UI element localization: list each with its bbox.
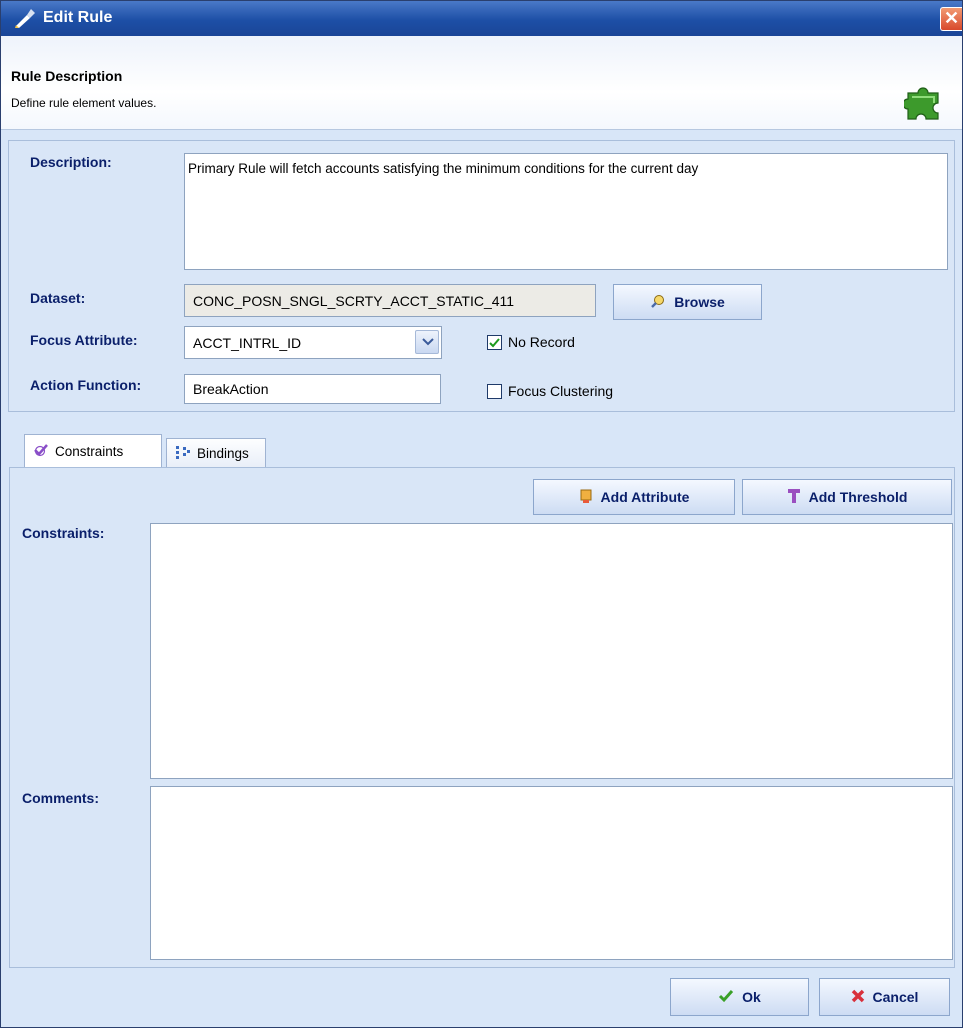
action-function-label: Action Function: (30, 377, 142, 393)
description-value: Primary Rule will fetch accounts satisfy… (188, 161, 699, 176)
check-icon (33, 443, 49, 460)
browse-button-label: Browse (674, 294, 725, 310)
focus-attribute-label: Focus Attribute: (30, 332, 138, 348)
action-function-field[interactable]: BreakAction (184, 374, 441, 404)
constraints-tab-panel: Add Attribute Add Threshold Constraints:… (9, 467, 955, 968)
dialog-footer: Ok Cancel (1, 969, 962, 1027)
window-title: Edit Rule (43, 9, 113, 26)
title-bar[interactable]: Edit Rule ✕ (1, 1, 962, 36)
close-button[interactable]: ✕ (940, 7, 962, 31)
add-threshold-button[interactable]: Add Threshold (742, 479, 952, 515)
focus-attribute-value: ACCT_INTRL_ID (193, 335, 302, 351)
ok-button-label: Ok (742, 989, 761, 1005)
dataset-label: Dataset: (30, 290, 86, 306)
close-icon: ✕ (943, 8, 960, 28)
tab-strip: Constraints Bindings (9, 434, 955, 468)
cancel-button[interactable]: Cancel (819, 978, 950, 1016)
no-record-label: No Record (508, 334, 575, 350)
bindings-icon (175, 445, 191, 462)
add-threshold-label: Add Threshold (808, 489, 908, 505)
chevron-down-icon[interactable] (415, 330, 439, 354)
edit-rule-dialog: Edit Rule ✕ Rule Description Define rule… (0, 0, 963, 1028)
cancel-icon (851, 989, 865, 1006)
action-function-value: BreakAction (193, 381, 269, 397)
rule-form-panel: Description: Primary Rule will fetch acc… (8, 140, 955, 412)
threshold-icon (787, 488, 801, 507)
header-subtitle: Define rule element values. (11, 96, 157, 110)
focus-clustering-checkbox[interactable] (487, 384, 502, 399)
add-attribute-button[interactable]: Add Attribute (533, 479, 735, 515)
focus-clustering-label: Focus Clustering (508, 383, 614, 399)
constraints-area[interactable] (150, 523, 953, 779)
ok-button[interactable]: Ok (670, 978, 809, 1016)
no-record-checkbox[interactable] (487, 335, 502, 350)
browse-icon (650, 293, 666, 312)
puzzle-icon (902, 81, 946, 124)
tab-constraints-label: Constraints (55, 444, 124, 459)
tab-bindings[interactable]: Bindings (166, 438, 266, 468)
tab-constraints[interactable]: Constraints (24, 434, 162, 468)
cancel-button-label: Cancel (872, 989, 919, 1005)
comments-textarea[interactable] (150, 786, 953, 960)
comments-label: Comments: (22, 790, 100, 806)
browse-button[interactable]: Browse (613, 284, 762, 320)
rule-edit-icon (13, 7, 35, 29)
description-label: Description: (30, 154, 112, 170)
add-attribute-label: Add Attribute (600, 489, 690, 505)
check-icon (718, 989, 734, 1006)
dataset-field[interactable]: CONC_POSN_SNGL_SCRTY_ACCT_STATIC_411 (184, 284, 596, 317)
header-title: Rule Description (11, 68, 123, 84)
focus-attribute-select[interactable]: ACCT_INTRL_ID (184, 326, 442, 359)
constraints-label: Constraints: (22, 525, 105, 541)
attribute-icon (579, 488, 593, 507)
tab-bindings-label: Bindings (197, 446, 249, 461)
dataset-value: CONC_POSN_SNGL_SCRTY_ACCT_STATIC_411 (193, 293, 515, 309)
rule-description-header: Rule Description Define rule element val… (1, 36, 962, 130)
description-textarea[interactable]: Primary Rule will fetch accounts satisfy… (184, 153, 948, 270)
